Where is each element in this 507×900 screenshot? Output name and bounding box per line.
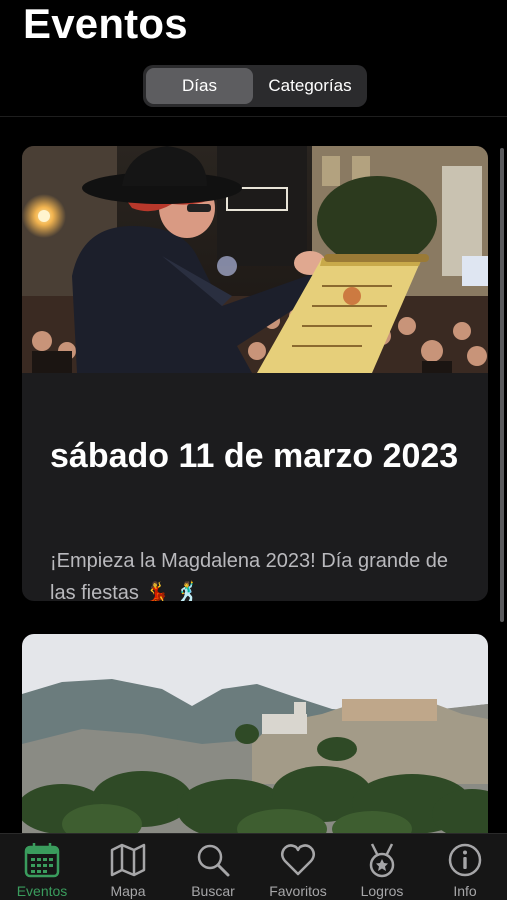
view-segmented-control: Días Categorías [143, 65, 367, 107]
tab-logros[interactable]: Logros [340, 834, 424, 900]
map-icon [110, 843, 146, 877]
tab-label: Logros [360, 883, 404, 899]
tab-eventos[interactable]: Eventos [0, 834, 84, 900]
tab-buscar[interactable]: Buscar [171, 834, 255, 900]
tab-label: Info [453, 883, 477, 899]
segment-categorias[interactable]: Categorías [256, 68, 364, 104]
event-photo [22, 634, 488, 833]
tab-info[interactable]: Info [423, 834, 507, 900]
tab-mapa[interactable]: Mapa [86, 834, 170, 900]
event-date: sábado 11 de marzo 2023 [50, 437, 459, 475]
event-card[interactable] [22, 634, 488, 833]
search-icon [197, 844, 230, 877]
tab-favoritos[interactable]: Favoritos [256, 834, 340, 900]
header: Eventos Días Categorías [0, 0, 507, 117]
calendar-icon [24, 843, 60, 878]
tab-label: Eventos [16, 883, 68, 899]
tab-label: Favoritos [269, 883, 327, 899]
event-description: ¡Empieza la Magdalena 2023! Día grande d… [50, 550, 449, 601]
scrollbar[interactable] [500, 148, 504, 622]
tab-label: Buscar [191, 883, 235, 899]
page-title: Eventos [23, 0, 188, 47]
info-icon [448, 843, 482, 877]
heart-icon [281, 844, 315, 876]
events-list[interactable]: sábado 11 de marzo 2023 ¡Empieza la Magd… [0, 117, 507, 833]
medal-icon [369, 843, 395, 878]
tab-bar: Eventos Mapa Buscar Favoritos Logros Inf… [0, 833, 507, 900]
event-card[interactable]: sábado 11 de marzo 2023 ¡Empieza la Magd… [22, 146, 488, 601]
event-photo [22, 146, 488, 373]
tab-label: Mapa [110, 883, 146, 899]
app-screen: Eventos Días Categorías sábado 11 de mar… [0, 0, 507, 900]
segment-dias[interactable]: Días [146, 68, 253, 104]
